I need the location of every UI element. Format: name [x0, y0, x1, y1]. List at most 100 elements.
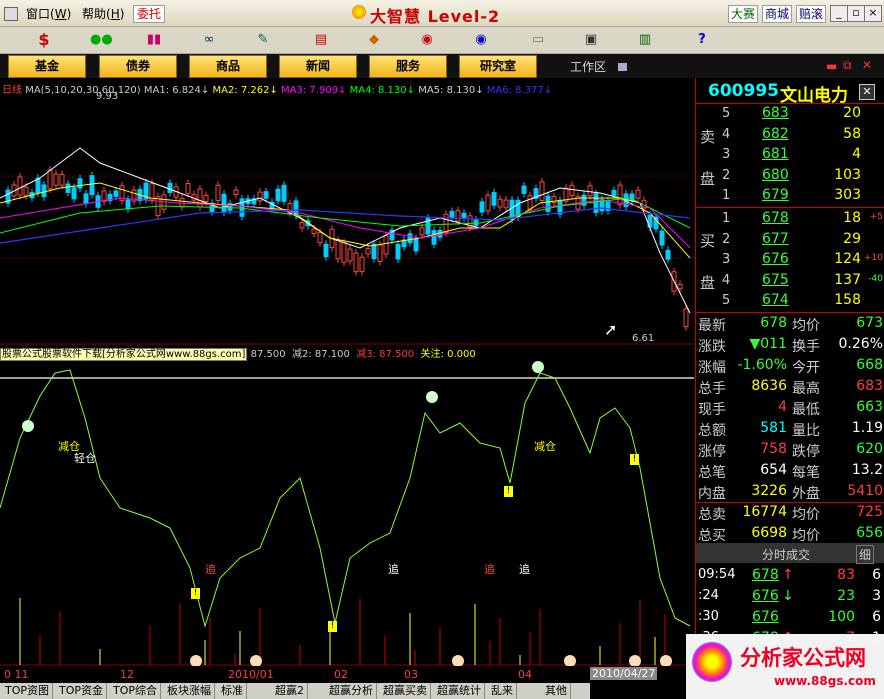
order-level: 2 — [722, 167, 731, 183]
order-row[interactable]: 4 675 137 -40 — [696, 271, 884, 292]
ticks-mode-button[interactable]: 细 — [856, 545, 875, 564]
candle-body — [677, 283, 683, 289]
bottom-tab[interactable]: TOP资金 — [56, 683, 108, 699]
candle-body — [125, 199, 131, 210]
bottom-tab[interactable]: 其他 — [542, 683, 571, 699]
quote-value: 16774 — [742, 504, 787, 520]
order-price[interactable]: 681 — [762, 146, 789, 162]
order-level: 4 — [722, 272, 731, 288]
order-price[interactable]: 678 — [762, 210, 789, 226]
panel-restore-icon[interactable]: ⧉ — [843, 58, 852, 73]
chart-icon[interactable]: ▤ — [310, 30, 332, 50]
bottom-tab[interactable]: 板块涨幅 — [164, 683, 215, 699]
dollar-icon[interactable]: $ — [33, 30, 55, 50]
order-price[interactable]: 682 — [762, 126, 789, 142]
bottom-tabs: TOP资图 TOP资金 TOP综合 板块涨幅 标准 超赢2 超赢分析 超赢买卖 超赢统计 乱来 其他 — [0, 683, 590, 699]
disc-red-icon[interactable]: ◉ — [416, 30, 438, 50]
signal-light: 轻仓 — [74, 452, 96, 465]
workarea-menu[interactable]: 工作区 — [570, 58, 627, 75]
date-axis: 0 11 12 2010/01 02 03 04 2010/04/27 — [0, 666, 694, 683]
entrust-button[interactable]: 委托 — [133, 5, 166, 23]
sad-face-icon — [426, 391, 438, 403]
candle-body — [659, 230, 665, 246]
logo-icon — [352, 5, 366, 19]
window-icon[interactable]: ▣ — [580, 30, 602, 50]
cat-research[interactable]: 研究室 — [459, 55, 537, 78]
signal-reduce-2: 减仓 — [534, 440, 556, 453]
bottom-tab[interactable]: TOP综合 — [110, 683, 162, 699]
bottom-tab[interactable]: 超赢统计 — [434, 683, 485, 699]
cat-bond[interactable]: 债券 — [99, 55, 177, 78]
order-row[interactable]: 1 679 303 — [696, 186, 884, 207]
cat-news[interactable]: 新闻 — [279, 55, 357, 78]
panel-minimize-icon[interactable]: ▬ — [826, 59, 837, 73]
candles — [5, 165, 689, 331]
cat-service[interactable]: 服务 — [369, 55, 447, 78]
close-icon[interactable]: × — [864, 5, 882, 22]
indicator-line — [0, 369, 691, 628]
order-price[interactable]: 674 — [762, 292, 789, 308]
order-price[interactable]: 679 — [762, 187, 789, 203]
disc-blue-icon[interactable]: ◉ — [470, 30, 492, 50]
candle-body — [23, 186, 29, 197]
order-row[interactable]: 2 677 29 — [696, 230, 884, 251]
order-price[interactable]: 677 — [762, 231, 789, 247]
candle-body — [341, 242, 347, 263]
order-row[interactable]: 1 678 18 +5 — [696, 209, 884, 230]
order-change: +5 — [869, 212, 883, 222]
order-price[interactable]: 680 — [762, 167, 789, 183]
order-row[interactable]: 5 683 20 — [696, 104, 884, 125]
panel-close-icon[interactable]: ✕ — [862, 58, 872, 72]
minimize-icon[interactable]: _ — [830, 5, 848, 22]
books-icon[interactable]: ▥ — [634, 30, 656, 50]
order-price[interactable]: 675 — [762, 272, 789, 288]
bottom-tab[interactable]: 超赢分析 — [326, 683, 377, 699]
link-contest[interactable]: 大赛 — [728, 5, 759, 23]
cat-fund[interactable]: 基金 — [8, 55, 86, 78]
focus-label: 关注: — [420, 349, 444, 360]
ticks-title[interactable]: 分时成交 — [762, 546, 810, 563]
order-volume: 303 — [834, 187, 861, 203]
order-price[interactable]: 683 — [762, 105, 789, 121]
bottom-tab[interactable]: 超赢2 — [272, 683, 308, 699]
order-level: 3 — [722, 147, 731, 162]
bottom-tab[interactable]: 超赢买卖 — [380, 683, 431, 699]
menu-help[interactable]: 帮助(H) — [82, 5, 124, 22]
traffic-light-icon[interactable]: ●● — [90, 30, 113, 50]
menu-window[interactable]: 窗口(W) — [26, 5, 71, 22]
order-row[interactable]: 4 682 58 — [696, 125, 884, 146]
source-tooltip: 股票公式股票软件下载[分析家公式网www.88gs.com] — [0, 348, 248, 361]
close-icon[interactable]: ✕ — [859, 84, 875, 100]
order-row[interactable]: 3 676 124 +10 — [696, 250, 884, 271]
quote-row: 内盘 3226 外盘 5410 — [696, 482, 884, 503]
order-price[interactable]: 676 — [762, 251, 789, 267]
candle-body — [185, 183, 191, 194]
binoculars-icon[interactable]: ∞ — [198, 30, 220, 50]
broom-icon[interactable]: ✎ — [252, 30, 274, 50]
stock-code[interactable]: 600995 — [708, 81, 779, 101]
cat-commodity[interactable]: 商品 — [189, 55, 267, 78]
book-icon[interactable]: ▭ — [527, 30, 549, 50]
order-row[interactable]: 3 681 4 — [696, 145, 884, 166]
candle-body — [569, 184, 575, 197]
link-mall[interactable]: 商城 — [762, 5, 793, 23]
period-label[interactable]: 日线 — [2, 85, 22, 96]
app-icon[interactable] — [4, 7, 18, 21]
bottom-tab[interactable]: TOP资图 — [2, 683, 54, 699]
order-row[interactable]: 2 680 103 — [696, 166, 884, 187]
toolbar: $ ●● ▮▮ ∞ ✎ ▤ ◆ ◉ ◉ ▭ ▣ ▥ ? — [0, 27, 884, 54]
diamond-icon[interactable]: ◆ — [363, 30, 385, 50]
link-rank[interactable]: 赔滚 — [796, 5, 827, 23]
bottom-tab[interactable]: 乱来 — [488, 683, 517, 699]
indicator-v1: 87.500 — [250, 349, 286, 360]
quote-label: 跌停 — [792, 444, 820, 460]
bars-icon[interactable]: ▮▮ — [143, 30, 165, 50]
candle-body — [449, 210, 455, 219]
bottom-tab[interactable]: 标准 — [218, 683, 247, 699]
order-row[interactable]: 5 674 158 — [696, 291, 884, 312]
candle-body — [365, 248, 371, 255]
chart-area[interactable]: 日线 MA(5,10,20,30,60,120) MA1: 6.824↓ MA2… — [0, 78, 694, 698]
quote-label: 涨跌 — [698, 339, 726, 355]
maximize-icon[interactable]: ▫ — [847, 5, 865, 22]
help-cursor-icon[interactable]: ? — [691, 30, 713, 50]
